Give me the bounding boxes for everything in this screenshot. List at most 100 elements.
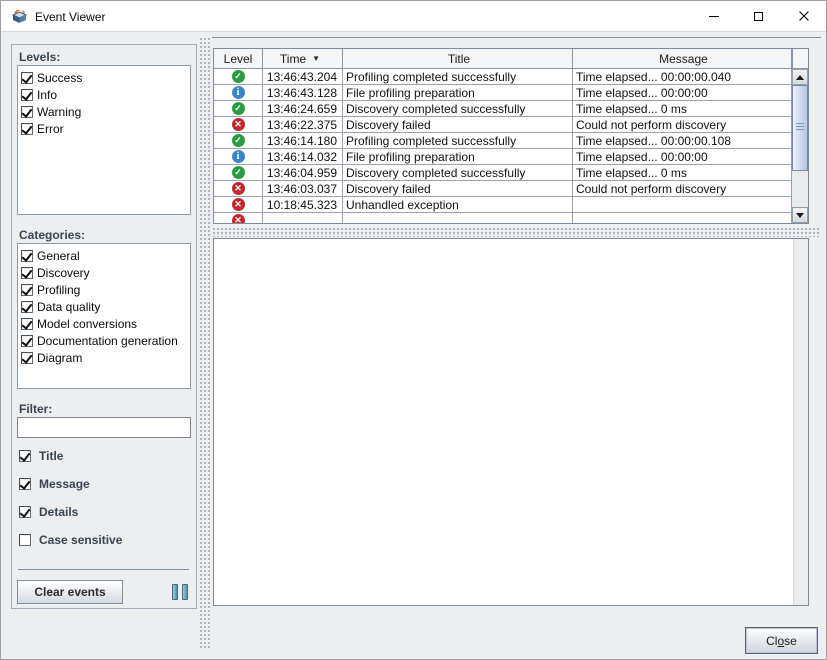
checkbox-checked-icon[interactable]	[21, 351, 33, 364]
checkbox-checked-icon[interactable]	[21, 122, 33, 135]
cell: Unhandled exception	[343, 197, 573, 213]
cell	[573, 197, 792, 213]
checkbox-details[interactable]: Details	[17, 505, 191, 519]
event-viewer-window: Event Viewer Levels: Success Info Warning E…	[0, 0, 827, 660]
pause-icon[interactable]	[172, 584, 188, 600]
checkbox-model-conversions[interactable]: Model conversions	[21, 315, 190, 332]
checkbox-checked-icon[interactable]	[19, 450, 31, 462]
cell: Time elapsed... 00:00:00	[573, 149, 792, 165]
cell: Profiling completed successfully	[343, 133, 573, 149]
app-cube-icon	[11, 9, 28, 23]
scrollbar-track[interactable]	[792, 171, 808, 207]
arrow-up-icon	[796, 74, 804, 80]
event-table: Level Time ▼ Title Message ✓ 13:46:43.204…	[213, 48, 809, 224]
event-row[interactable]: ✓ 13:46:14.180 Profiling completed success…	[214, 133, 792, 149]
titlebar[interactable]: Event Viewer	[1, 1, 826, 32]
error-icon: ✕	[231, 182, 245, 195]
checkbox-success[interactable]: Success	[21, 69, 190, 86]
column-header-message[interactable]: Message	[573, 49, 792, 69]
checkbox-profiling[interactable]: Profiling	[21, 281, 190, 298]
checkbox-documentation-generation[interactable]: Documentation generation	[21, 332, 190, 349]
checkbox-discovery[interactable]: Discovery	[21, 264, 190, 281]
cell: File profiling preparation	[343, 149, 573, 165]
checkbox-checked-icon[interactable]	[19, 506, 31, 518]
clear-events-button[interactable]: Clear events	[17, 580, 123, 604]
checkbox-checked-icon[interactable]	[21, 88, 33, 101]
close-window-button[interactable]	[781, 1, 826, 31]
scroll-up-button[interactable]	[792, 69, 808, 85]
cell: Could not perform discovery	[573, 181, 792, 197]
checkbox-unchecked-icon[interactable]	[19, 534, 31, 546]
levels-listbox: Success Info Warning Error	[17, 65, 191, 215]
checkbox-checked-icon[interactable]	[21, 249, 33, 262]
checkbox-label: Error	[37, 121, 64, 136]
checkbox-checked-icon[interactable]	[21, 334, 33, 347]
event-row[interactable]: ✕ 13:46:22.375 Discovery failed Could not p…	[214, 117, 792, 133]
cell: i	[214, 149, 263, 165]
event-row[interactable]: ✓ 13:46:24.659 Discovery completed success…	[214, 101, 792, 117]
checkbox-label: Profiling	[37, 282, 81, 297]
checkbox-message[interactable]: Message	[17, 477, 191, 491]
checkbox-error[interactable]: Error	[21, 120, 190, 137]
checkbox-checked-icon[interactable]	[21, 266, 33, 279]
close-icon	[798, 11, 809, 21]
cell: 13:46:43.204	[263, 69, 343, 85]
checkbox-checked-icon[interactable]	[21, 317, 33, 330]
minimize-button[interactable]	[691, 1, 736, 31]
checkbox-label: Success	[37, 70, 83, 85]
cell	[343, 213, 573, 223]
cell: 13:46:03.037	[263, 181, 343, 197]
scroll-down-button[interactable]	[792, 207, 808, 223]
cell: Could not perform discovery	[573, 117, 792, 133]
event-table-body: ✓ 13:46:43.204 Profiling completed success…	[214, 69, 792, 223]
categories-listbox: General Discovery Profiling Data quality Mod…	[17, 243, 191, 389]
checkbox-label: Discovery	[37, 265, 90, 280]
arrow-down-icon	[796, 212, 804, 218]
column-header-title[interactable]: Title	[343, 49, 573, 69]
checkbox-label: Details	[39, 505, 79, 519]
event-row[interactable]: ✓ 13:46:04.959 Discovery completed success…	[214, 165, 792, 181]
scrollbar-corner	[792, 49, 808, 69]
cell	[573, 213, 792, 223]
checkbox-case-sensitive[interactable]: Case sensitive	[17, 533, 191, 547]
checkbox-checked-icon[interactable]	[21, 283, 33, 296]
success-icon: ✓	[231, 166, 245, 179]
checkbox-info[interactable]: Info	[21, 86, 190, 103]
vertical-splitter[interactable]	[199, 37, 210, 649]
checkbox-general[interactable]: General	[21, 247, 190, 264]
cell: 13:46:14.032	[263, 149, 343, 165]
event-row[interactable]: i 13:46:14.032 File profiling preparation T…	[214, 149, 792, 165]
scrollbar-thumb[interactable]	[792, 85, 808, 171]
horizontal-splitter[interactable]	[212, 227, 821, 237]
success-icon: ✓	[231, 102, 245, 115]
maximize-button[interactable]	[736, 1, 781, 31]
cell: Time elapsed... 0 ms	[573, 101, 792, 117]
column-header-level[interactable]: Level	[214, 49, 263, 69]
checkbox-checked-icon[interactable]	[21, 105, 33, 118]
cell: 13:46:14.180	[263, 133, 343, 149]
event-row[interactable]: ✕	[214, 213, 792, 223]
event-row[interactable]: ✓ 13:46:43.204 Profiling completed success…	[214, 69, 792, 85]
checkbox-checked-icon[interactable]	[21, 300, 33, 313]
close-button[interactable]: Close	[745, 627, 818, 654]
event-row[interactable]: ✕ 10:18:45.323 Unhandled exception	[214, 197, 792, 213]
cell: Time elapsed... 00:00:00.108	[573, 133, 792, 149]
cell: i	[214, 85, 263, 101]
checkbox-diagram[interactable]: Diagram	[21, 349, 190, 366]
filter-input[interactable]	[17, 417, 191, 438]
cell: 10:18:45.323	[263, 197, 343, 213]
event-row[interactable]: ✕ 13:46:03.037 Discovery failed Could not p…	[214, 181, 792, 197]
checkbox-label: General	[37, 248, 80, 263]
window-title: Event Viewer	[35, 10, 106, 24]
cell: Time elapsed... 00:00:00	[573, 85, 792, 101]
checkbox-checked-icon[interactable]	[19, 478, 31, 490]
column-header-time[interactable]: Time ▼	[263, 49, 343, 69]
event-row[interactable]: i 13:46:43.128 File profiling preparation T…	[214, 85, 792, 101]
checkbox-label: Info	[37, 87, 58, 102]
checkbox-warning[interactable]: Warning	[21, 103, 190, 120]
checkbox-data-quality[interactable]: Data quality	[21, 298, 190, 315]
checkbox-checked-icon[interactable]	[21, 71, 33, 84]
cell: ✕	[214, 117, 263, 133]
checkbox-label: Message	[39, 477, 90, 491]
checkbox-title[interactable]: Title	[17, 449, 191, 463]
